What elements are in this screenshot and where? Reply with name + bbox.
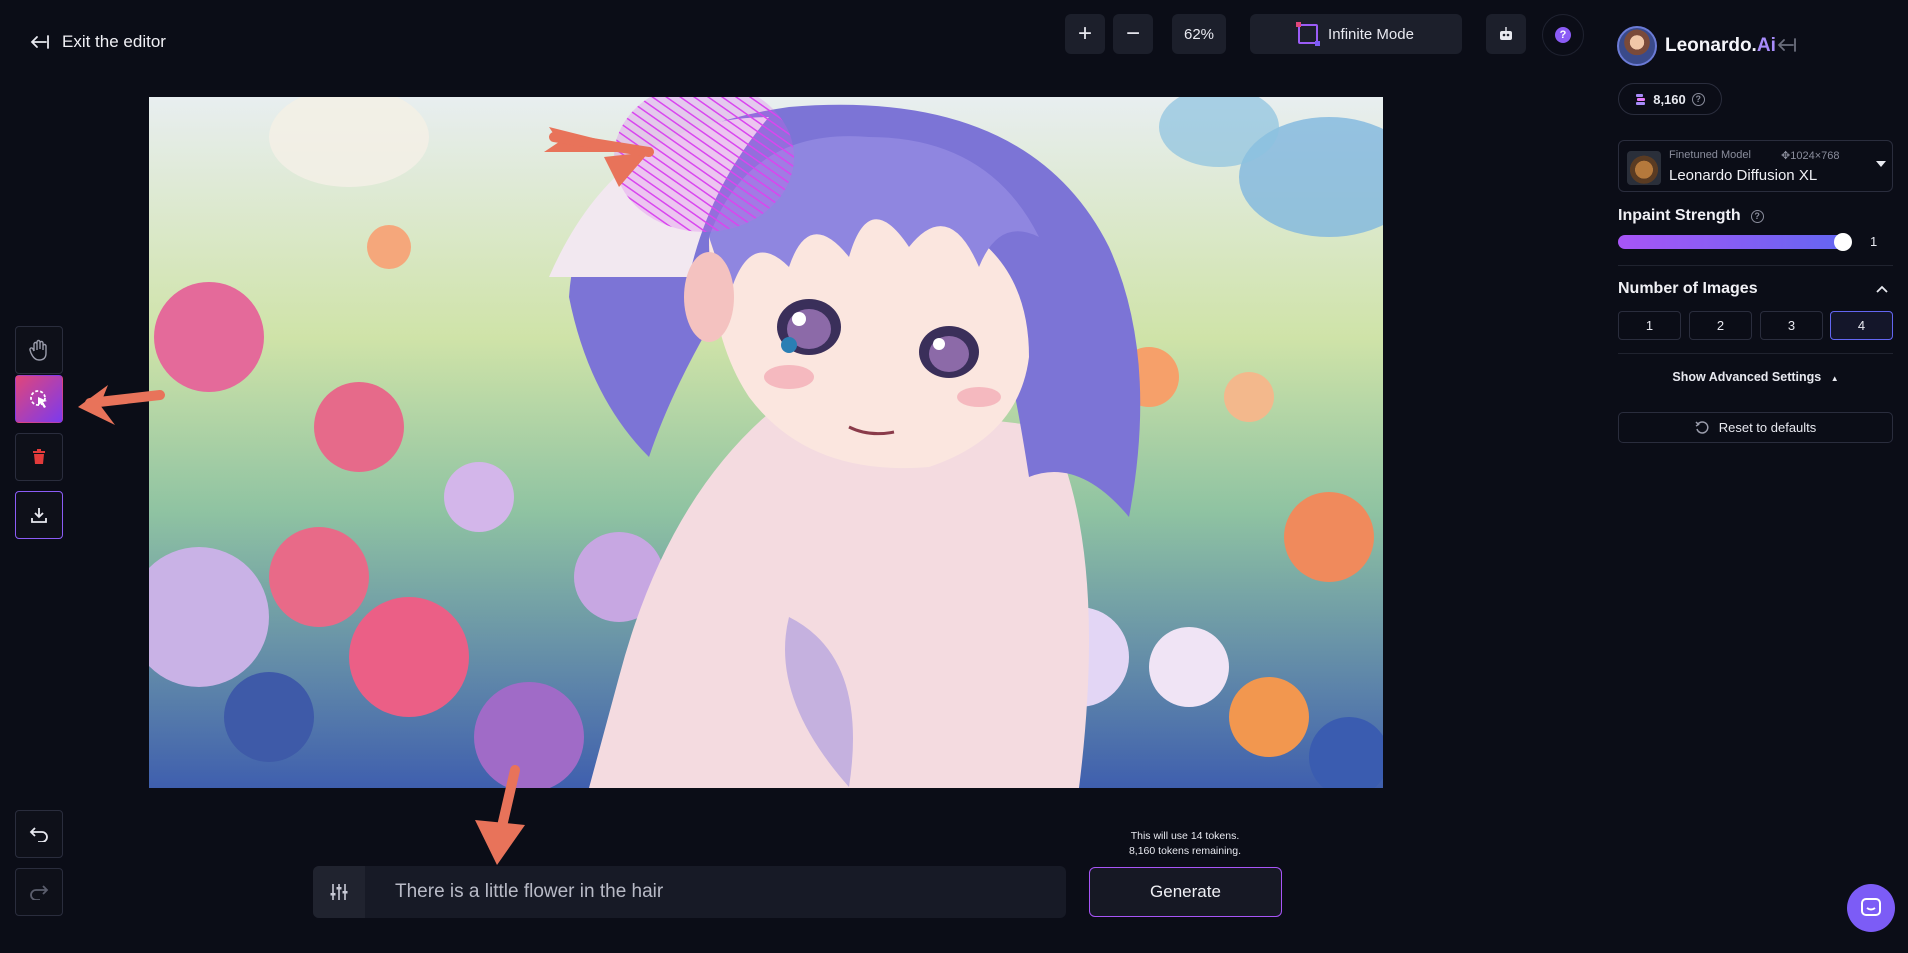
robot-button[interactable]: [1486, 14, 1526, 54]
help-icon: ?: [1555, 27, 1571, 43]
zoom-level[interactable]: 62%: [1172, 14, 1226, 54]
inpaint-strength-label: Inpaint Strength ?: [1618, 207, 1764, 225]
model-dimensions: ✥1024×768: [1781, 150, 1840, 162]
divider: [1618, 353, 1893, 354]
reset-icon: [1695, 420, 1709, 434]
minus-icon: −: [1125, 20, 1140, 47]
inpaint-strength-value: 1: [1870, 234, 1878, 249]
token-usage-line: This will use 14 tokens.: [1130, 830, 1240, 842]
brand: Leonardo.Ai: [1617, 26, 1776, 66]
undo-button[interactable]: [15, 810, 63, 858]
brand-name: Leonardo.: [1665, 35, 1757, 56]
num-images-option-4[interactable]: 4: [1830, 311, 1893, 340]
exit-arrow-icon: [30, 35, 49, 49]
number-of-images-label: Number of Images: [1618, 280, 1758, 297]
infinite-mode-button[interactable]: Infinite Mode: [1250, 14, 1462, 54]
inpaint-strength-slider[interactable]: [1618, 235, 1846, 249]
avatar[interactable]: [1617, 26, 1657, 66]
divider: [1618, 265, 1893, 266]
token-coins-icon: [1636, 94, 1646, 105]
download-icon: [31, 508, 47, 523]
robot-icon: [1500, 27, 1512, 40]
sliders-icon: [330, 884, 348, 900]
token-balance: 8,160: [1653, 91, 1686, 107]
zoom-out-button[interactable]: −: [1113, 14, 1153, 54]
prompt-bar: [313, 865, 1066, 919]
token-balance-badge[interactable]: 8,160 ?: [1618, 83, 1722, 115]
download-button[interactable]: [15, 491, 63, 539]
advanced-settings-label: Show Advanced Settings: [1672, 370, 1822, 384]
help-circle-icon[interactable]: ?: [1691, 92, 1705, 106]
undo-icon: [29, 827, 48, 842]
prompt-input[interactable]: [365, 865, 1066, 919]
chat-support-button[interactable]: [1847, 884, 1895, 932]
reset-label: Reset to defaults: [1718, 420, 1817, 435]
help-button[interactable]: ?: [1542, 14, 1584, 56]
trash-icon: [33, 449, 45, 464]
annotation-arrow-tool: [78, 385, 165, 425]
caret-up-icon: ▲: [1830, 374, 1839, 383]
canvas-image[interactable]: [149, 97, 1383, 788]
slider-thumb[interactable]: [1834, 233, 1852, 251]
chevron-up-icon[interactable]: [1875, 284, 1889, 294]
model-size-value: 1024×768: [1790, 150, 1840, 162]
num-images-option-2[interactable]: 2: [1689, 311, 1752, 340]
mask-brush-tool-button[interactable]: [15, 375, 63, 423]
redo-icon: [30, 885, 49, 900]
exit-editor-label: Exit the editor: [62, 32, 166, 51]
token-usage-note: This will use 14 tokens. 8,160 tokens re…: [1090, 829, 1280, 859]
advanced-settings-toggle[interactable]: Show Advanced Settings ▲: [1618, 370, 1893, 384]
reset-defaults-button[interactable]: Reset to defaults: [1618, 412, 1893, 443]
brush-select-icon: [30, 390, 47, 408]
inpaint-strength-title: Inpaint Strength: [1618, 207, 1741, 224]
generate-button[interactable]: Generate: [1089, 867, 1282, 917]
model-selector[interactable]: Finetuned Model ✥1024×768 Leonardo Diffu…: [1618, 140, 1893, 192]
anime-illustration: [149, 97, 1383, 788]
collapse-panel-icon[interactable]: [1775, 36, 1797, 54]
help-circle-icon[interactable]: ?: [1750, 209, 1764, 223]
pan-tool-button[interactable]: [15, 326, 63, 374]
infinite-canvas-icon: [1296, 22, 1321, 46]
prompt-settings-button[interactable]: [313, 866, 365, 918]
exit-editor-button[interactable]: Exit the editor: [28, 28, 166, 56]
model-thumbnail: [1627, 151, 1661, 185]
plus-icon: +: [1077, 20, 1092, 47]
brand-logo-text: Leonardo.Ai: [1665, 35, 1776, 57]
annotation-arrow-prompt: [475, 765, 525, 865]
brand-suffix: Ai: [1756, 35, 1776, 56]
zoom-in-button[interactable]: +: [1065, 14, 1105, 54]
model-kind: Finetuned Model: [1669, 149, 1751, 161]
infinite-mode-label: Infinite Mode: [1328, 25, 1414, 43]
caret-down-icon: [1876, 161, 1886, 167]
model-name: Leonardo Diffusion XL: [1669, 167, 1818, 184]
token-remaining-line: 8,160 tokens remaining.: [1128, 845, 1242, 857]
redo-button[interactable]: [15, 868, 63, 916]
num-images-option-1[interactable]: 1: [1618, 311, 1681, 340]
hand-icon: [29, 339, 47, 361]
delete-mask-button[interactable]: [15, 433, 63, 481]
num-images-option-3[interactable]: 3: [1760, 311, 1823, 340]
chat-icon: [1861, 898, 1881, 916]
